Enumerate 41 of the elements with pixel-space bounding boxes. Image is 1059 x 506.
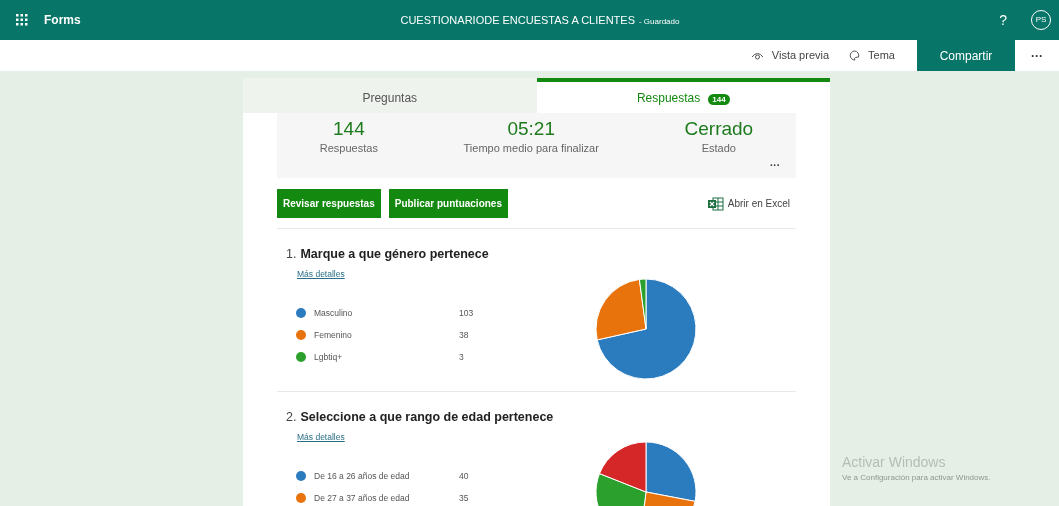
response-count: 35 xyxy=(459,491,469,505)
question-title: Seleccione a que rango de edad pertenece xyxy=(300,409,554,427)
action-button[interactable]: Publicar puntuaciones xyxy=(388,189,508,219)
help-button[interactable]: ? xyxy=(999,9,1007,31)
more-options-button[interactable]: ··· xyxy=(770,160,780,172)
legend-label: Femenino xyxy=(314,328,353,342)
legend-label: De 16 a 26 años de edad xyxy=(314,469,411,483)
stat-label: Estado xyxy=(700,140,737,156)
stat-label: Respuestas xyxy=(318,140,379,156)
form-title: CUESTIONARIODE ENCUESTAS A CLIENTES xyxy=(400,12,635,28)
question-number: 1. xyxy=(286,246,297,264)
save-status: - Guardado xyxy=(638,15,680,28)
stat-value: Cerrado xyxy=(683,119,755,140)
response-count: 40 xyxy=(459,469,469,483)
palette-icon xyxy=(849,50,861,61)
response-count: 38 xyxy=(459,328,469,342)
share-button[interactable]: Compartir xyxy=(917,40,1015,71)
stat-value: 144 xyxy=(332,119,366,140)
stat-label: Tiempo medio para finalizar xyxy=(462,140,600,156)
stat-value: 05:21 xyxy=(506,119,556,140)
legend-label: De 27 a 37 años de edad xyxy=(314,491,411,505)
legend-label: Masculino xyxy=(314,306,354,320)
open-in-excel-link[interactable]: Abrir en Excel xyxy=(701,195,796,213)
preview-button[interactable]: Vista previa xyxy=(744,46,836,65)
action-button[interactable]: Revisar respuestas xyxy=(277,189,381,219)
more-options-button[interactable]: ··· xyxy=(1015,46,1059,65)
count-badge: 144 xyxy=(708,93,730,105)
question-title: Marque a que género pertenece xyxy=(300,246,489,264)
question-number: 2. xyxy=(286,409,297,427)
activation-notice-message: Ve a Configuración para activar Windows. xyxy=(842,472,991,484)
theme-button[interactable]: Tema xyxy=(843,46,901,65)
details-link[interactable]: Más detalles xyxy=(297,431,345,442)
tab[interactable]: Preguntas xyxy=(243,78,537,113)
legend-label: Lgbtiq+ xyxy=(314,350,344,364)
eye-icon xyxy=(750,51,764,60)
response-count: 3 xyxy=(459,350,464,364)
app-launcher-icon[interactable] xyxy=(16,14,28,26)
response-count: 103 xyxy=(459,306,474,320)
spreadsheet-icon xyxy=(707,196,724,211)
details-link[interactable]: Más detalles xyxy=(297,269,345,280)
app-name[interactable]: Forms xyxy=(44,11,81,29)
